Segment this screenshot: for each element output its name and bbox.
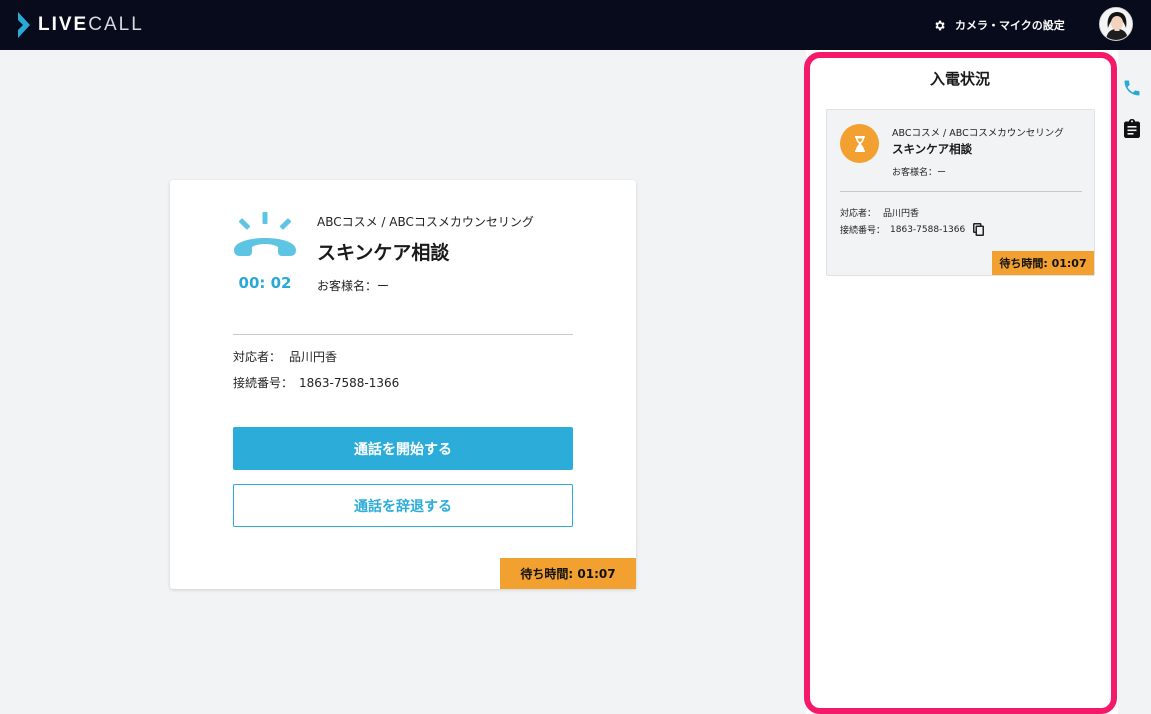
gear-icon (935, 20, 945, 30)
panel-title: 入電状況 (929, 70, 990, 88)
hourglass-icon (840, 124, 879, 163)
ringing-phone-icon (234, 212, 296, 256)
customer-value: ー (377, 279, 390, 293)
logo-text-live: LIVE (38, 14, 89, 35)
mini-customer-value: ー (937, 168, 947, 178)
mini-shop-name: ABCコスメ / ABCコスメカウンセリング (892, 128, 1064, 139)
start-call-button[interactable]: 通話を開始する (233, 427, 573, 470)
number-value: 1863-7588-1366 (299, 376, 400, 390)
service-title: スキンケア相談 (317, 242, 450, 264)
mini-agent-label: 対応者： (840, 209, 877, 219)
logo-chevron-icon (18, 12, 30, 38)
mini-number-value: 1863-7588-1366 (890, 224, 966, 235)
logo-text-call: CALL (88, 14, 144, 35)
agent-value: 品川円香 (289, 350, 338, 364)
avatar-portrait-icon (1100, 8, 1132, 40)
phone-icon[interactable] (1122, 78, 1142, 98)
connection-number-row: 接続番号： 1863-7588-1366 (233, 374, 399, 391)
mini-agent-value: 品川円香 (883, 209, 920, 219)
mini-customer-label: お客様名： (892, 168, 938, 178)
top-header: LIVECALL カメラ・マイクの設定 (0, 0, 1151, 50)
clipboard-icon[interactable] (1124, 119, 1140, 138)
mini-customer-row: お客様名：ー (892, 165, 946, 178)
mini-agent-row: 対応者： 品川円香 (840, 206, 919, 219)
settings-label: カメラ・マイクの設定 (955, 19, 1065, 32)
wait-time-badge: 待ち時間: 01:07 (500, 558, 636, 589)
logo-text: LIVECALL (38, 11, 144, 39)
mini-service-title: スキンケア相談 (892, 142, 973, 156)
mini-number-label: 接続番号： (840, 226, 886, 236)
agent-row: 対応者： 品川円香 (233, 348, 337, 365)
mini-number-row: 接続番号： 1863-7588-1366 (840, 223, 985, 236)
decline-call-button[interactable]: 通話を辞退する (233, 484, 573, 527)
incoming-call-list-item[interactable]: ABCコスメ / ABCコスメカウンセリング スキンケア相談 お客様名：ー 対応… (826, 109, 1095, 276)
shop-name: ABCコスメ / ABCコスメカウンセリング (317, 215, 534, 229)
user-avatar[interactable] (1099, 7, 1133, 41)
agent-label: 対応者： (233, 350, 282, 364)
livecall-logo[interactable]: LIVECALL (16, 11, 144, 39)
mini-wait-time-badge: 待ち時間: 01:07 (992, 251, 1094, 275)
camera-mic-settings-link[interactable]: カメラ・マイクの設定 (933, 16, 1065, 34)
customer-label: お客様名： (317, 279, 378, 293)
mini-divider (840, 191, 1082, 192)
copy-icon[interactable] (973, 223, 985, 236)
customer-name-row: お客様名：ー (317, 277, 389, 294)
incoming-call-card: 00: 02 ABCコスメ / ABCコスメカウンセリング スキンケア相談 お客… (170, 180, 636, 589)
number-label: 接続番号： (233, 376, 294, 390)
card-divider (233, 334, 573, 335)
call-timer: 00: 02 (238, 274, 292, 292)
